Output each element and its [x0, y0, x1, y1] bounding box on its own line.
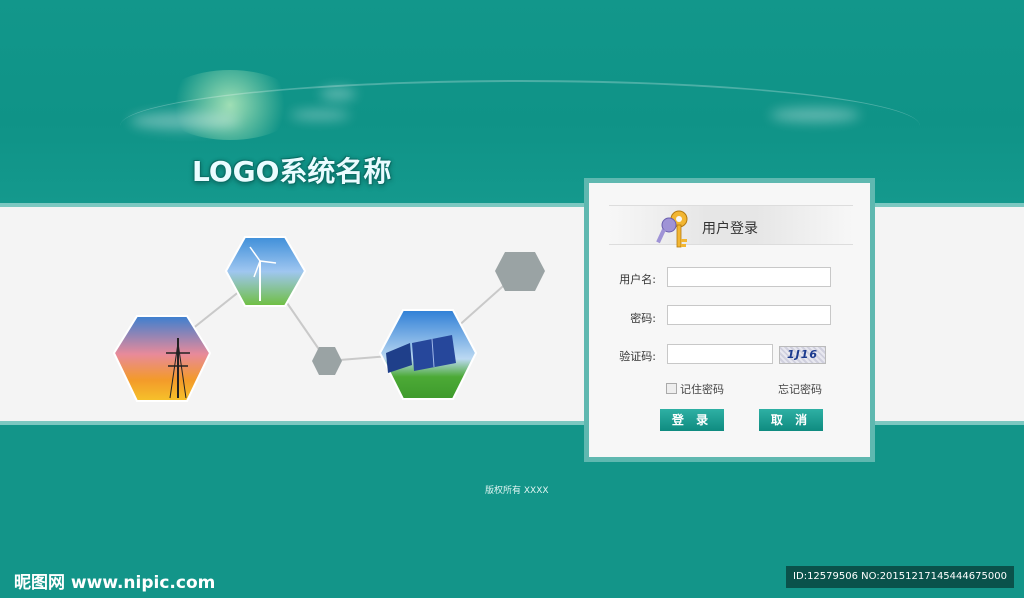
remember-label: 记住密码	[680, 383, 724, 396]
captcha-label: 验证码:	[619, 350, 656, 363]
password-input[interactable]	[667, 305, 831, 325]
username-label: 用户名:	[619, 273, 656, 286]
forgot-password-link[interactable]: 忘记密码	[778, 381, 822, 397]
remember-password[interactable]: 记住密码	[666, 381, 724, 397]
hexagon-network-illustration	[112, 236, 545, 402]
key-icon	[656, 210, 688, 248]
logo-title: LOGO系统名称	[192, 155, 392, 188]
login-panel: 用户登录 用户名: 密码: 验证码: 1J16 记住密码 忘记密码 登 录 取 …	[584, 178, 875, 462]
username-input[interactable]	[667, 267, 831, 287]
login-button[interactable]: 登 录	[660, 409, 724, 431]
gray-hexagon-node	[312, 347, 342, 375]
watermark-id: ID:12579506 NO:20151217145444675000	[786, 566, 1014, 588]
header-banner	[0, 0, 1024, 203]
cancel-button[interactable]: 取 消	[759, 409, 823, 431]
captcha-image[interactable]: 1J16	[779, 346, 826, 364]
captcha-input[interactable]	[667, 344, 773, 364]
power-tower-image	[112, 315, 212, 402]
watermark-site: 昵图网 www.nipic.com	[14, 573, 216, 593]
remember-checkbox[interactable]	[666, 383, 677, 394]
login-title: 用户登录	[702, 221, 758, 237]
gray-hexagon-node	[495, 252, 545, 291]
wind-turbine-image	[224, 236, 307, 307]
copyright-text: 版权所有 XXXX	[485, 486, 549, 496]
password-label: 密码:	[630, 312, 656, 325]
